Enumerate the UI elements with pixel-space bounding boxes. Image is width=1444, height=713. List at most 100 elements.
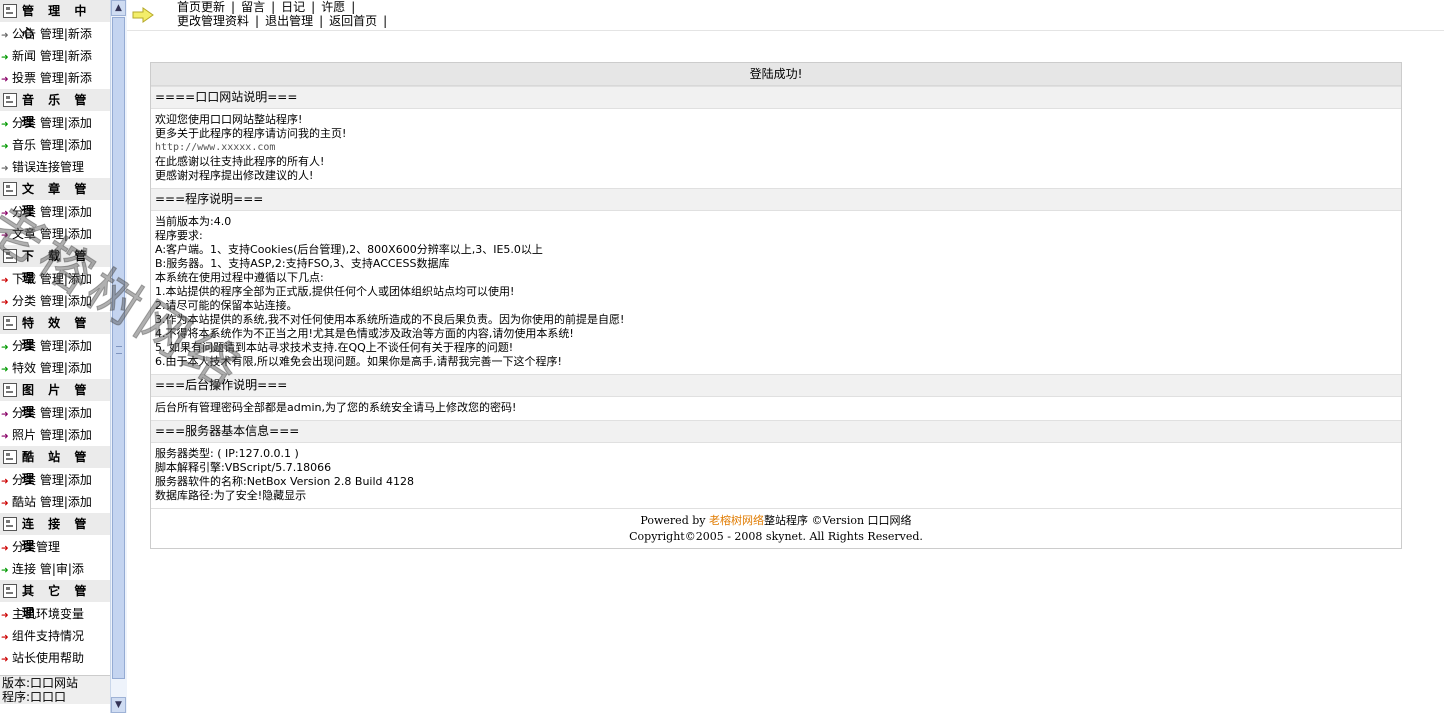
content-line: 服务器软件的名称:NetBox Version 2.8 Build 4128 <box>155 475 414 488</box>
sidebar-item-label[interactable]: 特效 管理|添加 <box>12 361 92 375</box>
sidebar-section-header: 酷 站 管 理 <box>0 446 110 486</box>
arrow-icon: ➜ <box>1 566 9 576</box>
content-line: 数据库路径:为了安全!隐藏显示 <box>155 489 307 502</box>
sidebar-item-label[interactable]: 组件支持情况 <box>12 629 84 643</box>
nav-separator: | <box>351 0 356 14</box>
powered-suffix: 整站程序 ©Version 口口网络 <box>763 514 912 527</box>
nav-link[interactable]: 首页更新 <box>177 0 225 14</box>
sidebar-item-label[interactable]: 主机环境变量 <box>12 607 84 621</box>
arrow-icon: ➜ <box>1 499 9 509</box>
content-section-title: ===程序说明=== <box>151 188 1401 211</box>
arrow-icon: ➜ <box>1 655 9 665</box>
sidebar-item[interactable]: ➜ 错误连接管理 <box>0 156 110 178</box>
nav-link[interactable]: 日记 <box>281 0 305 14</box>
page-footer: Powered by 老榕树网络整站程序 ©Version 口口网络 Copyr… <box>151 508 1401 548</box>
scroll-up-button[interactable]: ▲ <box>111 0 126 16</box>
nav-link[interactable]: 留言 <box>241 0 265 14</box>
sidebar-item-label[interactable]: 投票 管理|新添 <box>12 71 92 85</box>
sidebar-item[interactable]: ➜ 分类 管理|添加 <box>0 335 110 357</box>
content-line: 4.不得将本系统作为不正当之用!尤其是色情或涉及政治等方面的内容,请勿使用本系统… <box>155 327 574 340</box>
sidebar-item-label[interactable]: 文章 管理|添加 <box>12 227 92 241</box>
sidebar-item-label[interactable]: 下载 管理|添加 <box>12 272 92 286</box>
sidebar-item-label[interactable]: 分类 管理|添加 <box>12 473 92 487</box>
sidebar-item[interactable]: ➜ 下载 管理|添加 <box>0 268 110 290</box>
sidebar-item-label[interactable]: 音乐 管理|添加 <box>12 138 92 152</box>
arrow-icon: ➜ <box>1 75 9 85</box>
content-line: 本系统在使用过程中遵循以下几点: <box>155 271 324 284</box>
arrow-icon: ➜ <box>1 120 9 130</box>
sidebar-item-label[interactable]: 酷站 管理|添加 <box>12 495 92 509</box>
login-success-header: 登陆成功! <box>151 63 1401 86</box>
sidebar-item[interactable]: ➜ 主机环境变量 <box>0 603 110 625</box>
sidebar-item[interactable]: ➜ 分类管理 <box>0 536 110 558</box>
scroll-thumb[interactable] <box>112 17 125 679</box>
homepage-url[interactable]: http://www.xxxxx.com <box>155 141 1397 155</box>
sidebar-item[interactable]: ➜ 连接 管|审|添 <box>0 558 110 580</box>
sidebar-item[interactable]: ➜ 酷站 管理|添加 <box>0 491 110 513</box>
sidebar-item[interactable]: ➜ 站长使用帮助 <box>0 647 110 669</box>
arrow-icon: ➜ <box>1 298 9 308</box>
arrow-right-icon <box>132 7 154 23</box>
sidebar-item[interactable]: ➜ 分类 管理|添加 <box>0 402 110 424</box>
sidebar-item[interactable]: ➜ 分类 管理|添加 <box>0 201 110 223</box>
sidebar-item[interactable]: ➜ 分类 管理|添加 <box>0 469 110 491</box>
sidebar-item-label[interactable]: 分类管理 <box>12 540 60 554</box>
sidebar-section-header: 音 乐 管 理 <box>0 89 110 129</box>
brand-link[interactable]: 老榕树网络 <box>709 514 764 527</box>
sidebar-item-label[interactable]: 错误连接管理 <box>12 160 84 174</box>
content-section-body: 后台所有管理密码全部都是admin,为了您的系统安全请马上修改您的密码! <box>151 397 1401 420</box>
sidebar-item-label[interactable]: 分类 管理|添加 <box>12 116 92 130</box>
content-line: 程序要求: <box>155 229 203 242</box>
nav-link[interactable]: 许愿 <box>321 0 345 14</box>
sidebar-item-label[interactable]: 连接 管|审|添 <box>12 562 84 576</box>
sidebar-item[interactable]: ➜ 分类 管理|添加 <box>0 290 110 312</box>
arrow-icon: ➜ <box>1 633 9 643</box>
section-icon <box>3 517 17 531</box>
sidebar-item[interactable]: ➜ 文章 管理|添加 <box>0 223 110 245</box>
section-icon <box>3 450 17 464</box>
content-line: A:客户端。1、支持Cookies(后台管理),2、800X600分辨率以上,3… <box>155 243 543 256</box>
content-line: 后台所有管理密码全部都是admin,为了您的系统安全请马上修改您的密码! <box>155 401 517 414</box>
sidebar-item-label[interactable]: 站长使用帮助 <box>12 651 84 665</box>
sidebar-item[interactable]: ➜ 照片 管理|添加 <box>0 424 110 446</box>
sidebar-item-label[interactable]: 照片 管理|添加 <box>12 428 92 442</box>
content-line: 在此感谢以往支持此程序的所有人! <box>155 155 325 168</box>
sidebar-item-label[interactable]: 分类 管理|添加 <box>12 406 92 420</box>
sidebar-item-label[interactable]: 公告 管理|新添 <box>12 27 92 41</box>
arrow-icon: ➜ <box>1 343 9 353</box>
sidebar-scrollbar[interactable]: ▲ ▼ <box>110 0 127 713</box>
sidebar-item[interactable]: ➜ 音乐 管理|添加 <box>0 134 110 156</box>
sidebar-item[interactable]: ➜ 投票 管理|新添 <box>0 67 110 89</box>
sidebar-section-header: 管 理 中 心 <box>0 0 110 40</box>
nav-row-primary: 首页更新 | 留言 | 日记 | 许愿 | <box>177 0 361 14</box>
sidebar-item-label[interactable]: 新闻 管理|新添 <box>12 49 92 63</box>
content-line: 2.请尽可能的保留本站连接。 <box>155 299 298 312</box>
sidebar-section-header: 连 接 管 理 <box>0 513 110 553</box>
nav-link[interactable]: 更改管理资料 <box>177 14 249 28</box>
nav-row-secondary: 更改管理资料 | 退出管理 | 返回首页 | <box>177 14 393 28</box>
sidebar-section-header: 特 效 管 理 <box>0 312 110 352</box>
sidebar-item-label[interactable]: 分类 管理|添加 <box>12 294 92 308</box>
scroll-down-button[interactable]: ▼ <box>111 697 126 713</box>
top-navigation: 首页更新 | 留言 | 日记 | 许愿 | 更改管理资料 | 退出管理 | 返回首页 | <box>127 0 1444 31</box>
sidebar-item[interactable]: ➜ 公告 管理|新添 <box>0 23 110 45</box>
arrow-icon: ➜ <box>1 142 9 152</box>
arrow-icon: ➜ <box>1 432 9 442</box>
sidebar-item[interactable]: ➜ 特效 管理|添加 <box>0 357 110 379</box>
nav-link[interactable]: 返回首页 <box>329 14 377 28</box>
nav-link[interactable]: 退出管理 <box>265 14 313 28</box>
nav-separator: | <box>319 14 324 28</box>
main-content: 登陆成功! ====口口网站说明=== 欢迎您使用口口网站整站程序! 更多关于此程序… <box>150 62 1402 549</box>
sidebar-item-label[interactable]: 分类 管理|添加 <box>12 205 92 219</box>
version-label: 版本:口口网站 <box>2 676 79 690</box>
arrow-icon: ➜ <box>1 31 9 41</box>
sidebar-item-label[interactable]: 分类 管理|添加 <box>12 339 92 353</box>
content-line: B:服务器。1、支持ASP,2:支持FSO,3、支持ACCESS数据库 <box>155 257 450 270</box>
content-section-title: ====口口网站说明=== <box>151 86 1401 109</box>
arrow-icon: ➜ <box>1 611 9 621</box>
sidebar-item[interactable]: ➜ 组件支持情况 <box>0 625 110 647</box>
sidebar-item[interactable]: ➜ 新闻 管理|新添 <box>0 45 110 67</box>
sidebar-item[interactable]: ➜ 分类 管理|添加 <box>0 112 110 134</box>
content-section-title: ===后台操作说明=== <box>151 374 1401 397</box>
arrow-icon: ➜ <box>1 477 9 487</box>
